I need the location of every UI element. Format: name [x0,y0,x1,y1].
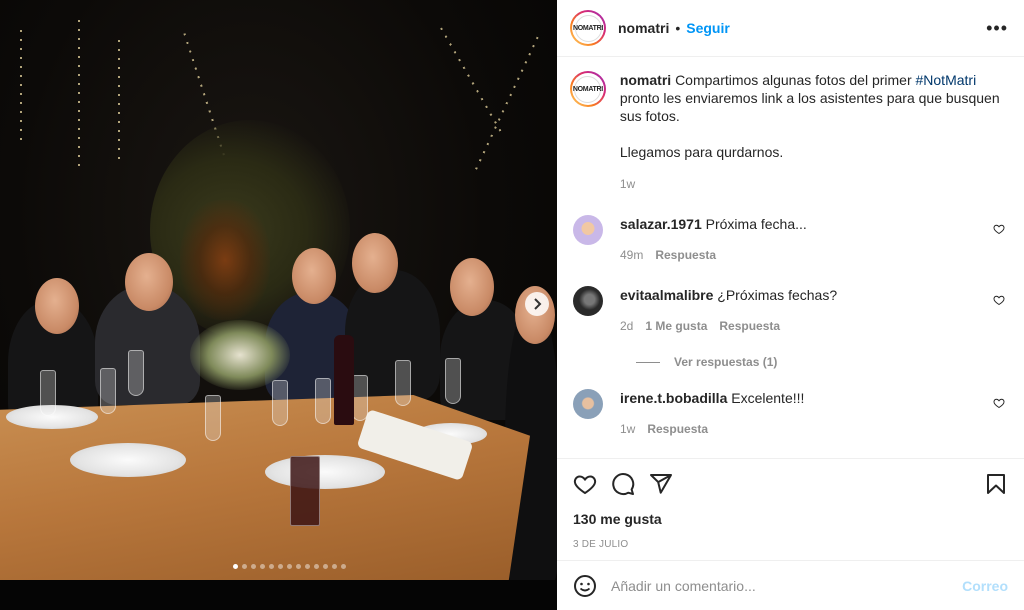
photo-bottom-shade [0,580,557,610]
heart-icon[interactable] [993,294,1005,306]
heart-icon[interactable] [573,472,597,496]
carousel-indicator [233,564,346,569]
wine-glass [128,350,144,396]
post-actions: 130 me gusta 3 DE JULIO [557,458,1024,550]
caption-text: pronto les enviaremos link a los asisten… [619,90,1000,124]
caption-text: Compartimos algunas fotos del primer [675,72,912,88]
view-replies-label: Ver respuestas (1) [674,355,778,369]
string-lights [20,30,22,140]
face [352,233,398,293]
face [35,278,79,334]
drink-glass [290,456,320,526]
plate [265,455,385,489]
emoji-icon[interactable] [573,574,597,598]
caption-avatar[interactable]: NOMATRI [570,71,606,107]
carousel-dot [332,564,337,569]
reply-button[interactable]: Respuesta [719,319,780,333]
comment-item: irene.t.bobadilla Excelente!!! 1w Respues… [570,389,1008,438]
face [450,258,494,316]
reply-button[interactable]: Respuesta [655,248,716,262]
avatar[interactable]: NOMATRI [570,10,606,46]
follow-button[interactable]: Seguir [686,20,730,36]
comment-avatar[interactable] [573,389,603,419]
plate [70,443,186,477]
carousel-dot [314,564,319,569]
carousel-dot [242,564,247,569]
post-photo[interactable] [0,0,557,610]
comment-avatar[interactable] [573,215,603,245]
wine-glass [100,368,116,414]
carousel-dot [305,564,310,569]
carousel-dot [278,564,283,569]
lit-leaves [180,200,270,320]
post-side-panel: NOMATRI nomatri • Seguir ••• NOMATRI nom… [557,0,1024,610]
header-username[interactable]: nomatri [618,20,669,36]
view-replies-button[interactable]: Ver respuestas (1) [636,355,1008,369]
comment-time: 49m [620,248,644,262]
face [125,253,173,311]
comment-input[interactable] [611,577,941,594]
likes-count[interactable]: 130 me gusta [573,511,1008,527]
more-options-icon[interactable]: ••• [986,18,1008,39]
reply-button[interactable]: Respuesta [647,422,708,436]
post-caption: NOMATRI nomatri Compartimos algunas foto… [570,71,1008,193]
carousel-dot [251,564,256,569]
comment-text: Excelente!!! [731,390,805,406]
hashtag-link[interactable]: #NotMatri [916,72,977,88]
string-lights [118,40,120,160]
comments-section[interactable]: NOMATRI nomatri Compartimos algunas foto… [557,57,1024,459]
caption-username[interactable]: nomatri [620,72,671,88]
carousel-dot [269,564,274,569]
add-comment-bar: Correo [557,560,1024,610]
share-icon[interactable] [649,472,673,496]
wine-glass [352,375,368,421]
wine-glass [272,380,288,426]
wine-glass [445,358,461,404]
heart-icon[interactable] [993,223,1005,235]
wine-glass [205,395,221,441]
post-date: 3 DE JULIO [573,539,629,550]
comment-username[interactable]: irene.t.bobadilla [620,390,727,406]
carousel-dot [260,564,265,569]
caption-text: Llegamos para qurdarnos. [619,144,784,160]
comment-time: 2d [620,319,634,333]
carousel-dot [233,564,238,569]
string-lights [78,20,80,170]
avatar-logo: NOMATRI [573,14,603,42]
caption-time: 1w [619,177,636,191]
face [292,248,336,304]
carousel-dot [341,564,346,569]
comment-text: ¿Próximas fechas? [717,287,838,303]
carousel-dot [323,564,328,569]
avatar-logo: NOMATRI [573,75,603,103]
comment-time: 1w [620,422,636,436]
wine-glass [315,378,331,424]
comment-text: Próxima fecha... [705,216,807,232]
comment-item: evitaalmalibre ¿Próximas fechas? 2d 1 Me … [570,286,1008,335]
comment-username[interactable]: salazar.1971 [620,216,702,232]
comment-icon[interactable] [611,472,635,496]
string-lights [473,36,539,174]
separator-dot: • [675,20,681,36]
comment-item: salazar.1971 Próxima fecha... 49m Respues… [570,215,1008,264]
string-lights [440,27,502,133]
carousel-next-button[interactable] [525,292,549,316]
comment-avatar[interactable] [573,286,603,316]
chevron-right-icon [534,298,542,310]
carousel-dot [287,564,292,569]
wine-glass [40,370,56,416]
post-comment-button[interactable]: Correo [962,578,1008,594]
flower-centerpiece [190,320,290,390]
bookmark-icon[interactable] [984,472,1008,496]
wine-bottle [334,335,354,425]
wine-glass [395,360,411,406]
comment-likes[interactable]: 1 Me gusta [645,319,707,333]
carousel-dot [296,564,301,569]
heart-icon[interactable] [993,397,1005,409]
comment-username[interactable]: evitaalmalibre [620,287,713,303]
post-header: NOMATRI nomatri • Seguir ••• [557,0,1024,57]
divider-line [636,361,660,363]
